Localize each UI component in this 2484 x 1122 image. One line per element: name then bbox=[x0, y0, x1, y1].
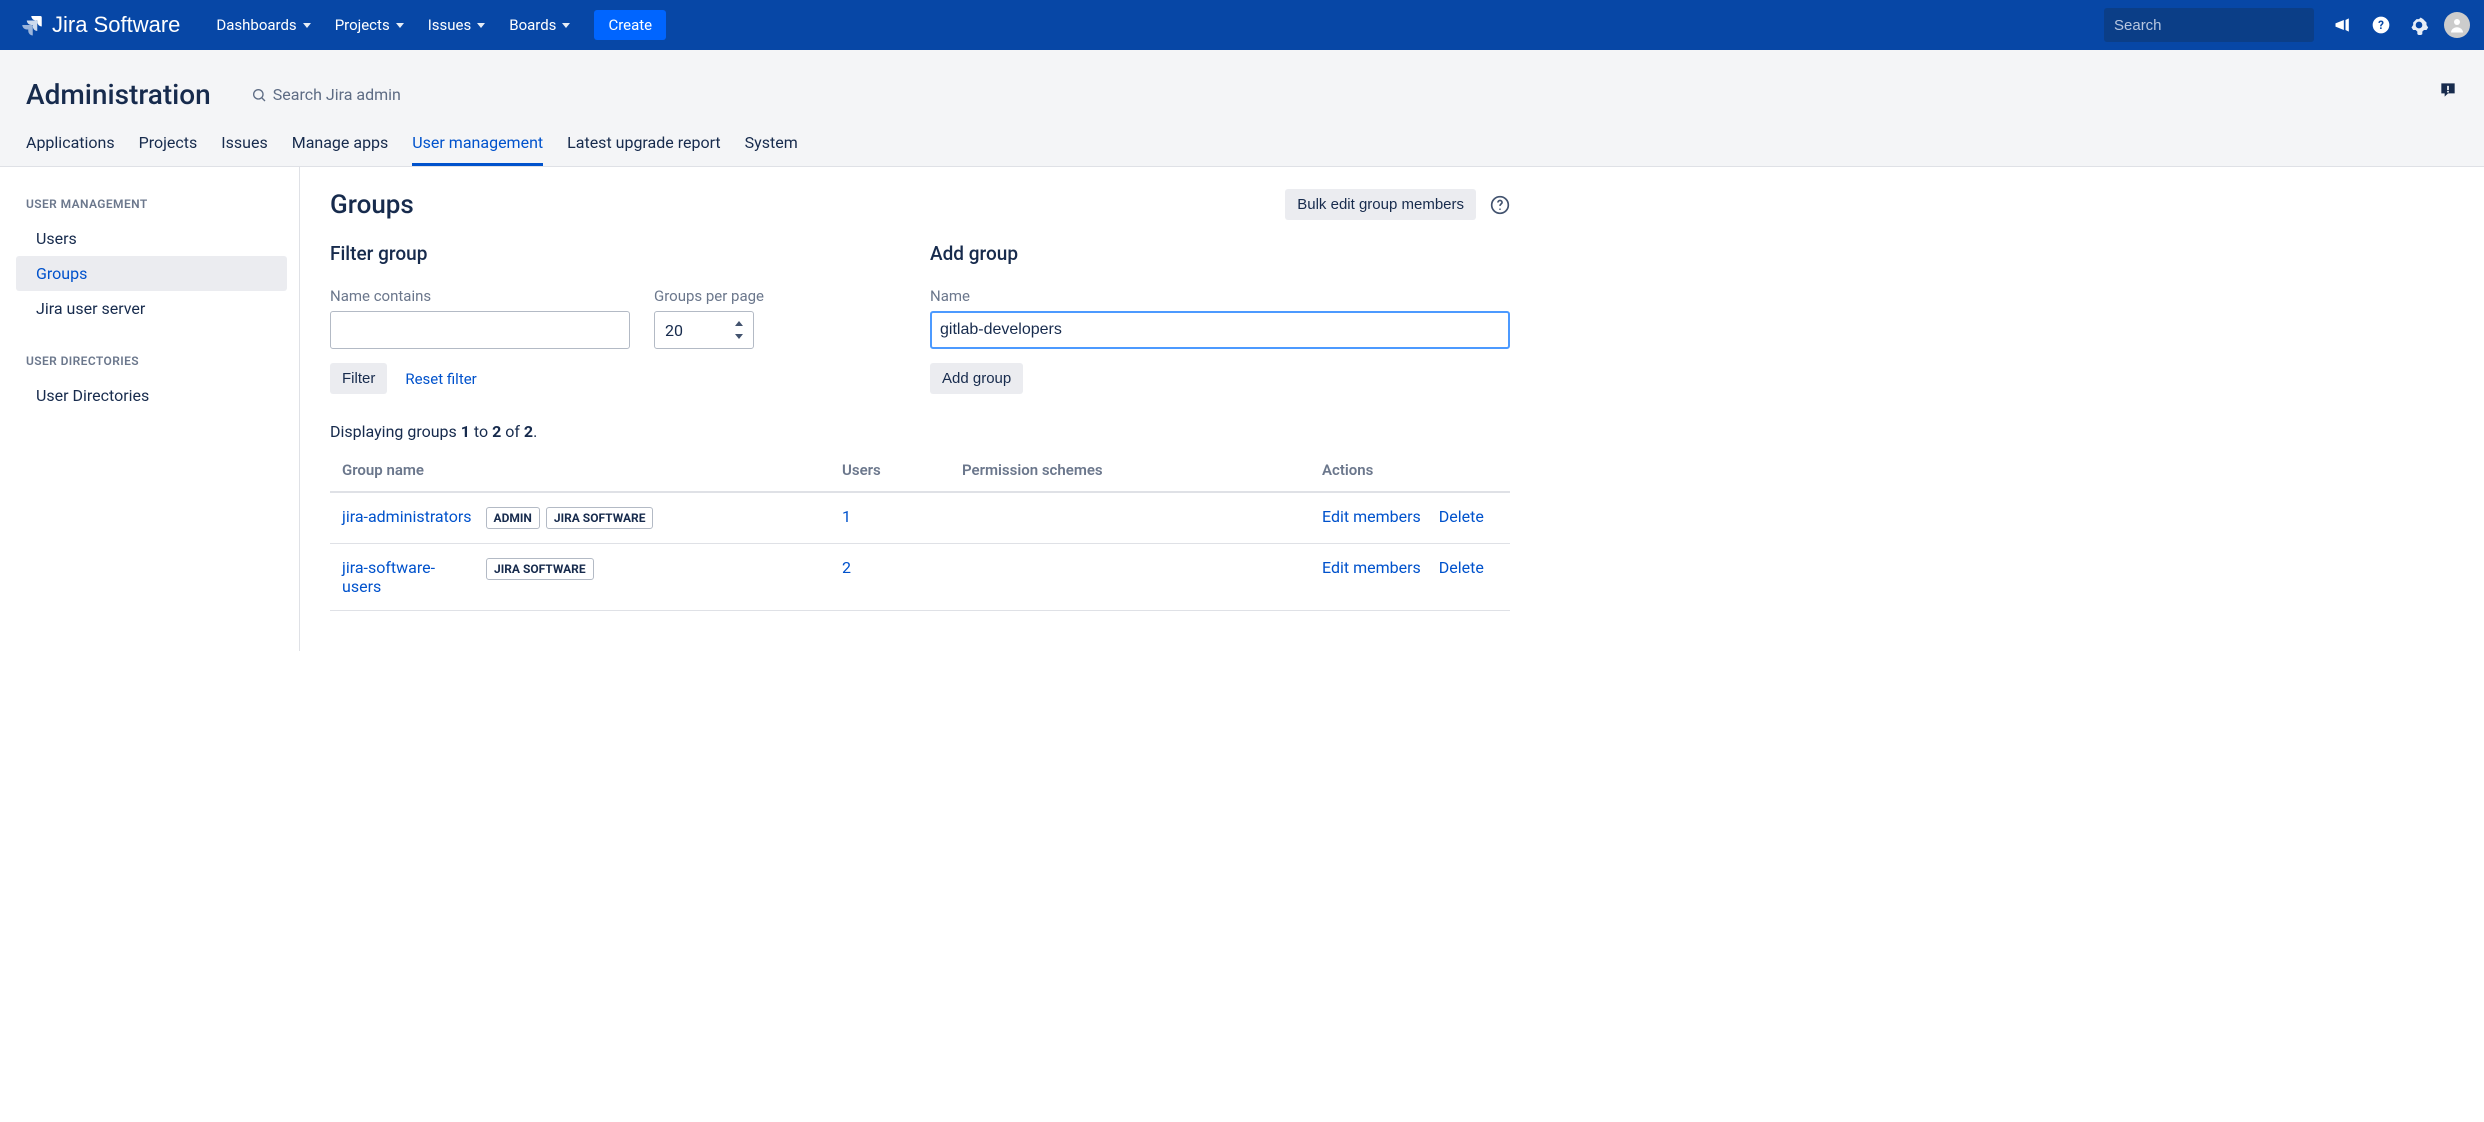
tab-applications[interactable]: Applications bbox=[26, 121, 115, 166]
brand[interactable]: Jira Software bbox=[20, 12, 180, 38]
group-name-link[interactable]: jira-software-users bbox=[342, 558, 472, 596]
displaying-text: to bbox=[470, 422, 492, 441]
delete-link[interactable]: Delete bbox=[1439, 507, 1484, 526]
nav-item-label: Projects bbox=[335, 16, 390, 34]
tab-manage-apps[interactable]: Manage apps bbox=[292, 121, 389, 166]
tab-upgrade-report[interactable]: Latest upgrade report bbox=[567, 121, 721, 166]
tab-system[interactable]: System bbox=[745, 121, 798, 166]
add-group-heading: Add group bbox=[930, 242, 1510, 265]
search-icon bbox=[251, 87, 267, 103]
admin-search[interactable]: Search Jira admin bbox=[251, 85, 401, 104]
badge: ADMIN bbox=[486, 507, 540, 529]
megaphone-icon bbox=[2333, 15, 2353, 35]
edit-members-link[interactable]: Edit members bbox=[1322, 507, 1421, 526]
top-nav: Jira Software Dashboards Projects Issues… bbox=[0, 0, 2484, 50]
col-actions: Actions bbox=[1322, 461, 1498, 479]
group-name-link[interactable]: jira-administrators bbox=[342, 507, 472, 526]
chevron-down-icon bbox=[477, 23, 485, 28]
tab-issues[interactable]: Issues bbox=[221, 121, 267, 166]
sidebar-item-groups[interactable]: Groups bbox=[16, 256, 287, 291]
groups-table: Group name Users Permission schemes Acti… bbox=[330, 461, 1510, 611]
admin-search-placeholder: Search Jira admin bbox=[273, 85, 401, 104]
chevron-down-icon bbox=[396, 23, 404, 28]
users-count-link[interactable]: 2 bbox=[842, 558, 851, 577]
svg-text:?: ? bbox=[2378, 18, 2384, 32]
table-header: Group name Users Permission schemes Acti… bbox=[330, 461, 1510, 493]
global-search[interactable] bbox=[2104, 8, 2314, 42]
sidebar-item-users[interactable]: Users bbox=[26, 221, 281, 256]
add-group-button[interactable]: Add group bbox=[930, 363, 1023, 394]
nav-dashboards[interactable]: Dashboards bbox=[204, 0, 322, 50]
tab-projects[interactable]: Projects bbox=[139, 121, 198, 166]
per-page-label: Groups per page bbox=[654, 287, 764, 305]
brand-label: Jira Software bbox=[52, 12, 180, 38]
nav-item-label: Issues bbox=[428, 16, 472, 34]
help-icon: ? bbox=[2371, 15, 2391, 35]
displaying-to: 2 bbox=[492, 422, 501, 441]
nav-issues[interactable]: Issues bbox=[416, 0, 498, 50]
help-button[interactable]: ? bbox=[2362, 0, 2400, 50]
settings-button[interactable] bbox=[2400, 0, 2438, 50]
per-page-select[interactable]: 20 bbox=[654, 311, 754, 349]
add-name-input[interactable] bbox=[930, 311, 1510, 349]
displaying-summary: Displaying groups 1 to 2 of 2. bbox=[330, 422, 1510, 441]
col-group-name: Group name bbox=[342, 461, 842, 479]
name-contains-input[interactable] bbox=[330, 311, 630, 349]
profile-button[interactable] bbox=[2438, 0, 2476, 50]
displaying-text: Displaying groups bbox=[330, 422, 461, 441]
avatar-icon bbox=[2444, 12, 2470, 38]
tab-user-management[interactable]: User management bbox=[412, 121, 543, 166]
sidebar-group-title: USER DIRECTORIES bbox=[26, 354, 281, 368]
col-permission-schemes: Permission schemes bbox=[962, 461, 1322, 479]
reset-filter-link[interactable]: Reset filter bbox=[405, 370, 476, 388]
displaying-text: . bbox=[533, 422, 537, 441]
displaying-from: 1 bbox=[461, 422, 470, 441]
admin-header: Administration Search Jira admin Applica… bbox=[0, 50, 2484, 167]
jira-logo-icon bbox=[20, 13, 44, 37]
table-row: jira-administrators ADMIN JIRA SOFTWARE … bbox=[330, 493, 1510, 544]
name-contains-label: Name contains bbox=[330, 287, 630, 305]
notifications-button[interactable] bbox=[2324, 0, 2362, 50]
filter-heading: Filter group bbox=[330, 242, 900, 265]
badge: JIRA SOFTWARE bbox=[546, 507, 654, 529]
per-page-value: 20 bbox=[665, 321, 683, 340]
chevron-down-icon bbox=[562, 23, 570, 28]
search-input[interactable] bbox=[2114, 17, 2313, 34]
chevron-down-icon bbox=[303, 23, 311, 28]
displaying-total: 2 bbox=[524, 422, 533, 441]
page-title: Administration bbox=[26, 78, 211, 111]
delete-link[interactable]: Delete bbox=[1439, 558, 1484, 577]
nav-boards[interactable]: Boards bbox=[497, 0, 582, 50]
col-users: Users bbox=[842, 461, 962, 479]
bulk-edit-button[interactable]: Bulk edit group members bbox=[1285, 189, 1476, 220]
users-count-link[interactable]: 1 bbox=[842, 507, 851, 526]
help-icon[interactable] bbox=[1490, 195, 1510, 215]
main-content: Groups Bulk edit group members Filter gr… bbox=[300, 167, 1540, 651]
feedback-button[interactable] bbox=[2438, 80, 2458, 104]
sidebar-group-title: USER MANAGEMENT bbox=[26, 197, 281, 211]
add-name-label: Name bbox=[930, 287, 1510, 305]
create-button[interactable]: Create bbox=[594, 10, 666, 40]
badge: JIRA SOFTWARE bbox=[486, 558, 594, 580]
nav-item-label: Dashboards bbox=[216, 16, 296, 34]
nav-item-label: Boards bbox=[509, 16, 556, 34]
admin-tabs: Applications Projects Issues Manage apps… bbox=[0, 121, 2484, 166]
table-row: jira-software-users JIRA SOFTWARE 2 Edit… bbox=[330, 544, 1510, 611]
content-title: Groups bbox=[330, 190, 414, 220]
sidebar-item-jira-user-server[interactable]: Jira user server bbox=[26, 291, 281, 326]
sidebar-item-user-directories[interactable]: User Directories bbox=[26, 378, 281, 413]
sidebar: USER MANAGEMENT Users Groups Jira user s… bbox=[0, 167, 300, 651]
filter-button[interactable]: Filter bbox=[330, 363, 387, 394]
gear-icon bbox=[2409, 15, 2429, 35]
edit-members-link[interactable]: Edit members bbox=[1322, 558, 1421, 577]
nav-projects[interactable]: Projects bbox=[323, 0, 416, 50]
displaying-text: of bbox=[501, 422, 524, 441]
feedback-icon bbox=[2438, 80, 2458, 100]
